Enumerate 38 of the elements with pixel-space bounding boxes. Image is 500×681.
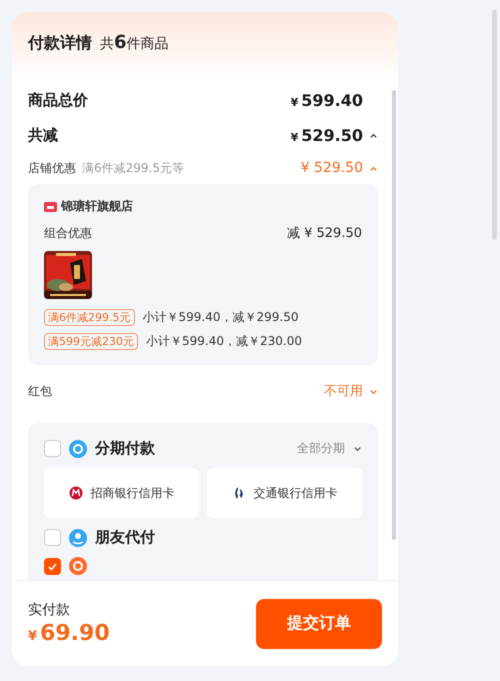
coupon-status[interactable]: 不可用	[324, 382, 363, 400]
circle-icon	[69, 557, 87, 575]
group-amount: 减 ¥ 529.50	[286, 225, 362, 242]
expand-icon[interactable]	[353, 444, 362, 453]
bank-logo-icon	[68, 486, 82, 500]
discount-amount: ¥ 529.50	[300, 160, 363, 176]
checkbox[interactable]	[44, 558, 61, 574]
store-icon	[44, 202, 57, 212]
promo-detail: 小计￥599.40，减￥299.50	[142, 308, 298, 326]
title: 付款详情	[28, 33, 92, 54]
summary-label: 共减	[28, 126, 58, 144]
summary-amount: ¥ 529.50	[290, 126, 363, 144]
checkbox[interactable]	[44, 529, 61, 546]
summary-label: 商品总价	[28, 90, 88, 110]
total-amount: ¥69.90	[28, 621, 110, 646]
summary-amount: ¥ 599.40	[290, 90, 363, 110]
store-name: 锦瑭轩旗舰店	[61, 198, 133, 215]
discount-label: 店铺优惠	[28, 160, 76, 176]
discount-note: 满6件减299.5元等	[82, 160, 184, 176]
checkbox[interactable]	[44, 440, 61, 457]
submit-order-button[interactable]: 提交订单	[256, 598, 382, 648]
promo-tag: 满599元减230元	[44, 332, 138, 350]
scrollbar[interactable]	[392, 90, 396, 540]
bank-card-option[interactable]: 交通银行信用卡	[207, 468, 362, 518]
coupon-label: 红包	[28, 382, 52, 400]
checkmark-icon	[47, 560, 58, 572]
item-count: 共6件商品	[100, 32, 169, 53]
total-label: 实付款	[28, 601, 71, 619]
bank-card-option[interactable]: 招商银行信用卡	[44, 468, 199, 518]
circle-icon	[69, 440, 87, 458]
payment-method-label: 朋友代付	[95, 528, 155, 547]
promo-tag: 满6件减299.5元	[44, 308, 134, 326]
page-scrollbar[interactable]	[492, 10, 497, 240]
group-label: 组合优惠	[44, 224, 92, 242]
user-icon	[69, 528, 87, 546]
promo-detail: 小计￥599.40，减￥230.00	[146, 332, 302, 350]
payment-method-label: 分期付款	[95, 439, 155, 458]
installment-dropdown[interactable]: 全部分期	[297, 440, 362, 457]
